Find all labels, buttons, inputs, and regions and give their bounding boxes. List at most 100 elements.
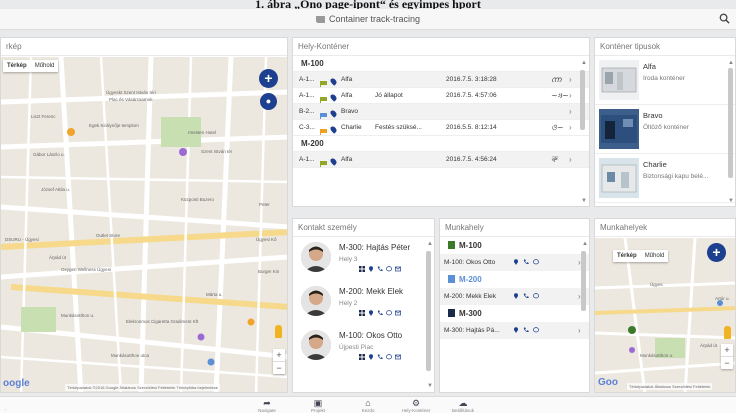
contact-item[interactable]: M-200: Mekk Elek Hely 2 bbox=[293, 283, 434, 327]
zoom-in-button[interactable]: + bbox=[273, 349, 285, 361]
zoom-out-button[interactable]: − bbox=[273, 361, 285, 374]
location-pin-icon[interactable] bbox=[368, 354, 374, 360]
map-tab-terkep[interactable]: Térkép bbox=[613, 250, 641, 262]
munkahelyek-map[interactable]: Térkép Műhold Ügyes Artúr u. Munkásottho… bbox=[595, 238, 735, 392]
container-row[interactable]: A-1... Alfa 2016.7.5. 4:56:24 ৰু › bbox=[293, 152, 589, 168]
chat-icon[interactable] bbox=[386, 354, 392, 360]
map-label: Plac és Vásárcsarnok bbox=[109, 97, 153, 102]
map-label: Ügyes bbox=[650, 282, 663, 287]
zoom-out-button[interactable]: − bbox=[721, 356, 733, 369]
phone-icon[interactable] bbox=[377, 266, 383, 272]
nav-beallitasok[interactable]: ☁ Beállítások bbox=[443, 399, 483, 413]
workplace-group[interactable]: M-300 bbox=[440, 305, 589, 322]
container-type-item[interactable]: Bravo Öltöző konténer bbox=[595, 105, 735, 154]
app-title-bar: Container track-tracing bbox=[0, 9, 736, 30]
chat-icon[interactable] bbox=[386, 266, 392, 272]
search-icon[interactable] bbox=[719, 13, 730, 24]
container-row[interactable]: A-1... Alfa 2016.7.5. 3:18:28 ന്ന › bbox=[293, 72, 589, 88]
container-row[interactable]: C-3... Charlie Festés szüksé... 2016.5.5… bbox=[293, 120, 589, 136]
map-tab-muhold[interactable]: Műhold bbox=[641, 250, 669, 262]
grid-icon[interactable] bbox=[359, 310, 365, 316]
workplace-row[interactable]: M-100: Okos Otto › bbox=[440, 254, 589, 271]
zoom-control: + − bbox=[721, 344, 733, 369]
nav-navigate[interactable]: ➦ Navigate bbox=[247, 399, 287, 413]
container-type-name: Bravo bbox=[643, 111, 663, 120]
phone-icon[interactable] bbox=[523, 327, 529, 333]
chevron-right-icon[interactable]: › bbox=[569, 120, 572, 136]
scroll-up-arrow[interactable]: ▲ bbox=[427, 241, 433, 247]
workplace-row[interactable]: M-200: Mekk Elek › bbox=[440, 288, 589, 305]
scrollbar[interactable] bbox=[728, 68, 733, 178]
timestamp: 2016.7.5. 4:57:06 bbox=[446, 92, 497, 99]
avatar bbox=[301, 242, 331, 272]
nav-projekt[interactable]: ▣ Projekt bbox=[298, 399, 338, 413]
container-type-item[interactable]: Alfa Iroda konténer bbox=[595, 56, 735, 105]
workplace-row[interactable]: M-300: Hajtás Pá... › bbox=[440, 322, 589, 339]
phone-icon[interactable] bbox=[377, 354, 383, 360]
location-pin-icon[interactable] bbox=[513, 293, 519, 299]
scrollbar[interactable] bbox=[426, 251, 431, 371]
chevron-right-icon[interactable]: › bbox=[569, 104, 572, 120]
container-type-item[interactable]: Charlie Biztonsági kapu belé... bbox=[595, 154, 735, 203]
workplace-group[interactable]: M-100 bbox=[440, 237, 589, 254]
mail-icon[interactable] bbox=[395, 354, 401, 360]
phone-icon[interactable] bbox=[377, 310, 383, 316]
mail-icon[interactable] bbox=[395, 266, 401, 272]
mail-icon[interactable] bbox=[395, 310, 401, 316]
chat-icon[interactable] bbox=[533, 259, 539, 265]
container-row[interactable]: A-1... Alfa Jó állapot 2016.7.5. 4:57:06… bbox=[293, 88, 589, 104]
chevron-right-icon[interactable]: › bbox=[569, 88, 572, 104]
my-location-button[interactable]: ● bbox=[260, 93, 277, 110]
contact-item[interactable]: M-100: Okos Otto Újpesti Piac bbox=[293, 327, 434, 371]
chat-icon[interactable] bbox=[533, 327, 539, 333]
flag-icon bbox=[320, 157, 327, 173]
location-pin-icon[interactable] bbox=[513, 327, 519, 333]
hely-kontener-panel: Hely-Konténer M-100 A-1... Alfa 2016.7.5… bbox=[292, 37, 590, 207]
grid-icon[interactable] bbox=[359, 266, 365, 272]
nav-hely-kontener[interactable]: ⚙ Hely-Konténer bbox=[396, 399, 436, 413]
street-view-pegman-icon[interactable] bbox=[275, 325, 282, 338]
zoom-in-button[interactable]: + bbox=[721, 344, 733, 356]
workplace-contact: M-100: Okos Otto bbox=[444, 259, 496, 266]
scrollbar[interactable] bbox=[581, 251, 586, 311]
container-id: C-3... bbox=[299, 124, 315, 131]
contact-item[interactable]: M-300: Hajtás Péter Hely 3 bbox=[293, 239, 434, 283]
nav-kezdo[interactable]: ⌂ Kezdo bbox=[348, 399, 388, 413]
map-label: Munkásotthon utca bbox=[111, 353, 150, 358]
scrollbar[interactable] bbox=[580, 70, 585, 130]
hely-kontener-list: M-100 A-1... Alfa 2016.7.5. 3:18:28 ന്ന … bbox=[293, 56, 589, 168]
contact-panel: Kontakt személy M-300: Hajtás Péter Hely… bbox=[292, 218, 435, 393]
add-location-button[interactable]: + bbox=[707, 243, 726, 262]
location-pin-icon[interactable] bbox=[368, 266, 374, 272]
chat-icon[interactable] bbox=[533, 293, 539, 299]
contact-name: M-200: Mekk Elek bbox=[339, 287, 404, 296]
location-pin-icon[interactable] bbox=[368, 310, 374, 316]
chat-icon[interactable] bbox=[386, 310, 392, 316]
scroll-down-arrow[interactable]: ▼ bbox=[427, 383, 433, 389]
scroll-up-arrow[interactable]: ▲ bbox=[728, 60, 734, 66]
map-tab-muhold[interactable]: Műhold bbox=[31, 60, 59, 72]
grid-icon[interactable] bbox=[359, 354, 365, 360]
map-view[interactable]: Térkép Műhold Ügyeskt Szent István téri … bbox=[1, 57, 287, 392]
street-view-pegman-icon[interactable] bbox=[724, 326, 731, 339]
scroll-down-arrow[interactable]: ▼ bbox=[728, 198, 734, 204]
workplace-group[interactable]: M-200 bbox=[440, 271, 589, 288]
map-label: Outlet Store bbox=[96, 233, 121, 238]
container-row[interactable]: B-2... Bravo › bbox=[293, 104, 589, 120]
phone-icon[interactable] bbox=[523, 293, 529, 299]
chevron-right-icon[interactable]: › bbox=[569, 72, 572, 88]
map-tab-terkep[interactable]: Térkép bbox=[3, 60, 31, 72]
add-location-button[interactable]: + bbox=[259, 69, 278, 88]
chevron-right-icon[interactable]: › bbox=[569, 152, 572, 168]
note: Jó állapot bbox=[375, 92, 403, 99]
map-attribution[interactable]: Térképadatok ©2016 Google Általános Szer… bbox=[65, 384, 220, 391]
scroll-up-arrow[interactable]: ▲ bbox=[581, 60, 587, 66]
map-label: Munkásotthon u. bbox=[640, 353, 674, 358]
scroll-down-arrow[interactable]: ▼ bbox=[581, 198, 587, 204]
chevron-right-icon[interactable]: › bbox=[578, 322, 581, 339]
location-pin-icon[interactable] bbox=[513, 259, 519, 265]
scroll-up-arrow[interactable]: ▲ bbox=[582, 241, 588, 247]
container-id: A-1... bbox=[299, 76, 315, 83]
map-attribution[interactable]: Térképadatok Általános Szerződési Feltét… bbox=[627, 383, 713, 390]
phone-icon[interactable] bbox=[523, 259, 529, 265]
